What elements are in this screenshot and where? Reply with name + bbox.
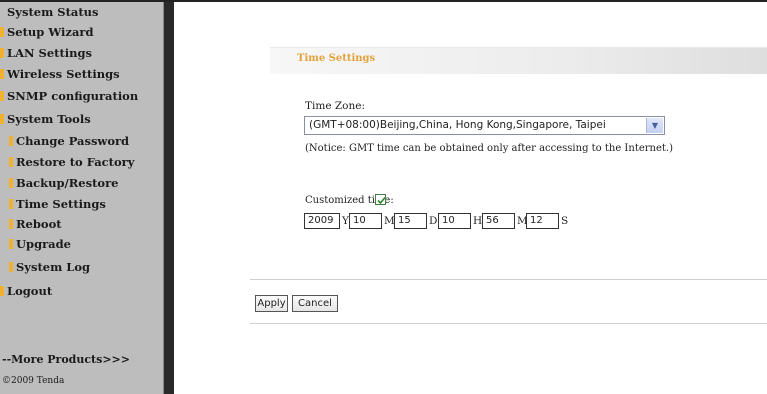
hour-input[interactable]: 10 [438, 213, 471, 229]
bullet-marker-icon [0, 27, 4, 37]
bullet-marker-icon [9, 239, 13, 249]
bullet-marker-icon [9, 199, 13, 209]
bullet-marker-icon [0, 114, 4, 124]
time-zone-label: Time Zone: [305, 100, 366, 112]
cancel-button[interactable]: Cancel [292, 295, 338, 312]
day-input[interactable]: 15 [394, 213, 427, 229]
sidebar-item-label: SNMP configuration [7, 89, 139, 103]
sidebar-item-label: Change Password [16, 134, 130, 148]
bullet-marker-icon [0, 286, 4, 296]
time-zone-selected-value: (GMT+08:00)Beijing,China, Hong Kong,Sing… [309, 119, 606, 131]
bullet-marker-icon [0, 48, 4, 58]
main-content: Time Settings Time Zone: (GMT+08:00)Beij… [174, 2, 767, 394]
form-separator [250, 279, 767, 280]
bullet-marker-icon [9, 157, 13, 167]
sidebar-item-label: Upgrade [16, 237, 71, 251]
sidebar-item-label: System Status [7, 5, 99, 19]
sidebar-item-label: LAN Settings [7, 46, 93, 60]
minute-input[interactable]: 56 [482, 213, 515, 229]
year-unit-label: Y [342, 215, 349, 227]
sidebar-item-label: Reboot [16, 217, 62, 231]
second-input[interactable]: 12 [526, 213, 559, 229]
sidebar-item-label: Time Settings [16, 197, 106, 211]
sidebar-item-label: Logout [7, 284, 53, 298]
more-products-link[interactable]: --More Products>>> [2, 353, 130, 366]
bullet-marker-icon [0, 69, 4, 79]
year-input[interactable]: 2009 [304, 213, 340, 229]
apply-button[interactable]: Apply [255, 295, 288, 312]
gmt-notice-text: (Notice: GMT time can be obtained only a… [305, 143, 673, 154]
sidebar-item-label: System Log [16, 260, 91, 274]
bullet-marker-icon [9, 262, 13, 272]
day-unit-label: D [429, 215, 438, 227]
bullet-marker-icon [9, 178, 13, 188]
checkmark-icon [377, 196, 386, 205]
sidebar-item-label: Backup/Restore [16, 176, 119, 190]
time-zone-select[interactable]: (GMT+08:00)Beijing,China, Hong Kong,Sing… [304, 116, 665, 135]
sidebar-item-label: Setup Wizard [7, 25, 94, 39]
sidebar-nav: System Status Setup Wizard LAN Settings … [0, 2, 164, 394]
sidebar-item-label: Wireless Settings [7, 67, 120, 81]
bullet-marker-icon [0, 91, 4, 101]
customized-time-checkbox[interactable] [375, 194, 386, 205]
bullet-marker-icon [9, 219, 13, 229]
sidebar-item-label: Restore to Factory [16, 155, 135, 169]
panel-header: Time Settings [270, 47, 767, 74]
panel-title: Time Settings [297, 53, 376, 64]
hour-unit-label: H [473, 215, 483, 227]
month-input[interactable]: 10 [349, 213, 382, 229]
bullet-marker-icon [9, 136, 13, 146]
frame-divider [164, 2, 174, 394]
chevron-down-icon[interactable]: ▼ [646, 118, 663, 133]
second-unit-label: S [561, 215, 569, 227]
sidebar-item-label: System Tools [7, 112, 91, 126]
copyright-text: ©2009 Tenda [2, 376, 65, 386]
footer-separator [250, 323, 767, 324]
